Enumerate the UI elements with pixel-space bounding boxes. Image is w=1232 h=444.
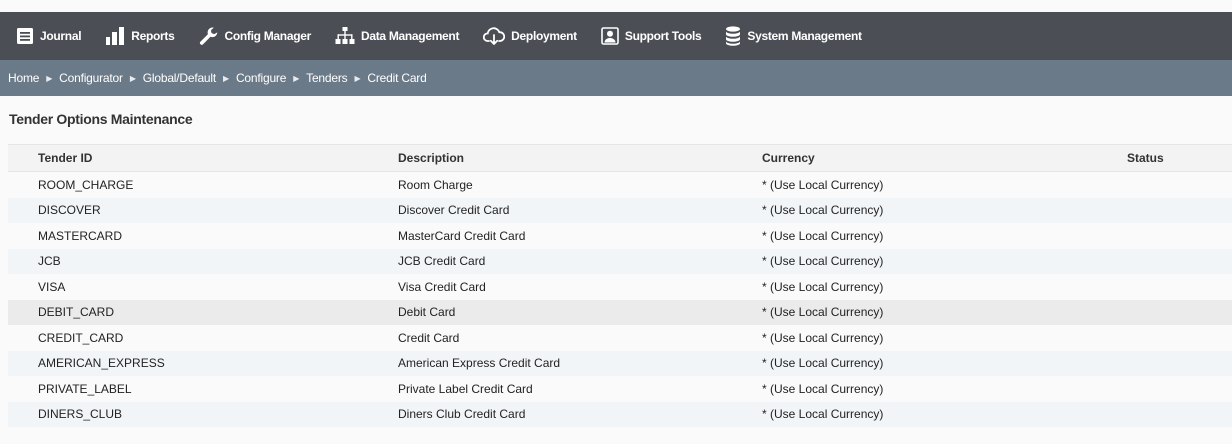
breadcrumb-separator-icon: ▶	[354, 73, 361, 83]
nav-journal[interactable]: Journal	[16, 12, 82, 60]
database-icon	[726, 26, 741, 46]
cell-tender-id: CREDIT_CARD	[38, 330, 124, 345]
nav-deployment-label: Deployment	[511, 29, 577, 43]
cell-description: Discover Credit Card	[398, 203, 510, 218]
cell-currency: * (Use Local Currency)	[762, 330, 884, 345]
breadcrumb-separator-icon: ▶	[223, 73, 229, 83]
breadcrumb-configurator[interactable]: Configurator	[59, 71, 123, 85]
cell-currency: * (Use Local Currency)	[762, 381, 884, 396]
cell-description: MasterCard Credit Card	[398, 228, 526, 243]
breadcrumb: Home ▶ Configurator ▶ Global/Default ▶ C…	[0, 60, 1232, 96]
table-row[interactable]: PRIVATE_LABEL Private Label Credit Card …	[8, 376, 1232, 402]
wrench-icon	[199, 27, 217, 45]
cell-currency: * (Use Local Currency)	[762, 356, 884, 371]
cell-currency: * (Use Local Currency)	[762, 305, 884, 320]
cloud-download-icon	[483, 27, 506, 45]
table-row[interactable]: DEBIT_CARD Debit Card * (Use Local Curre…	[8, 299, 1232, 325]
breadcrumb-tenders[interactable]: Tenders	[306, 71, 347, 85]
nav-reports[interactable]: Reports	[105, 12, 175, 60]
nav-deployment[interactable]: Deployment	[483, 12, 577, 60]
nav-support-tools-label: Support Tools	[624, 29, 702, 43]
table-header: Tender ID Description Currency Status	[8, 144, 1232, 172]
cell-tender-id: PRIVATE_LABEL	[38, 381, 132, 396]
nav-data-management[interactable]: Data Management	[335, 12, 459, 60]
table-row[interactable]: ROOM_CHARGE Room Charge * (Use Local Cur…	[8, 172, 1232, 198]
cell-description: Debit Card	[398, 305, 456, 320]
cell-currency: * (Use Local Currency)	[762, 254, 884, 269]
breadcrumb-separator-icon: ▶	[129, 73, 136, 83]
nav-journal-label: Journal	[40, 29, 82, 43]
cell-description: Private Label Credit Card	[398, 381, 533, 396]
table-row[interactable]: VISA Visa Credit Card * (Use Local Curre…	[8, 274, 1232, 300]
cell-currency: * (Use Local Currency)	[762, 279, 884, 294]
nav-config-manager[interactable]: Config Manager	[199, 12, 311, 60]
nav-system-management[interactable]: System Management	[725, 12, 862, 60]
cell-tender-id: DEBIT_CARD	[38, 305, 115, 320]
cell-tender-id: DISCOVER	[38, 203, 101, 218]
cell-description: Room Charge	[398, 177, 473, 192]
cell-tender-id: ROOM_CHARGE	[38, 177, 134, 192]
table-row[interactable]: MASTERCARD MasterCard Credit Card * (Use…	[8, 223, 1232, 249]
cell-tender-id: DINERS_CLUB	[38, 407, 123, 422]
column-header-status[interactable]: Status	[1127, 151, 1164, 165]
breadcrumb-credit-card: Credit Card	[367, 71, 427, 85]
cell-tender-id: AMERICAN_EXPRESS	[38, 356, 165, 371]
cell-currency: * (Use Local Currency)	[762, 177, 884, 192]
table-row[interactable]: DINERS_CLUB Diners Club Credit Card * (U…	[8, 401, 1232, 427]
table-row[interactable]: AMERICAN_EXPRESS American Express Credit…	[8, 350, 1232, 376]
cell-currency: * (Use Local Currency)	[762, 203, 884, 218]
nav-data-management-label: Data Management	[360, 29, 460, 43]
cell-description: American Express Credit Card	[398, 356, 561, 371]
app-frame: Journal Reports Config Manager Data Mana…	[0, 0, 1232, 444]
cell-description: Visa Credit Card	[398, 279, 486, 294]
nav-config-manager-label: Config Manager	[224, 29, 312, 43]
top-nav-bar: Journal Reports Config Manager Data Mana…	[0, 12, 1232, 60]
table-row[interactable]: JCB JCB Credit Card * (Use Local Currenc…	[8, 248, 1232, 274]
cell-currency: * (Use Local Currency)	[762, 407, 884, 422]
table-row[interactable]: DISCOVER Discover Credit Card * (Use Loc…	[8, 197, 1232, 223]
tender-table: Tender ID Description Currency Status RO…	[8, 144, 1232, 427]
cell-description: Credit Card	[398, 330, 460, 345]
nav-system-management-label: System Management	[747, 29, 862, 43]
breadcrumb-home[interactable]: Home	[8, 71, 39, 85]
hierarchy-icon	[335, 27, 355, 44]
breadcrumb-separator-icon: ▶	[293, 73, 300, 83]
breadcrumb-separator-icon: ▶	[46, 73, 53, 83]
cell-description: JCB Credit Card	[398, 254, 486, 269]
nav-support-tools[interactable]: Support Tools	[601, 12, 702, 60]
page-title: Tender Options Maintenance	[9, 111, 193, 127]
breadcrumb-global-default[interactable]: Global/Default	[143, 71, 216, 85]
table-row[interactable]: CREDIT_CARD Credit Card * (Use Local Cur…	[8, 325, 1232, 351]
breadcrumb-configure[interactable]: Configure	[236, 71, 286, 85]
nav-reports-label: Reports	[131, 29, 175, 43]
column-header-tender-id[interactable]: Tender ID	[38, 151, 92, 165]
journal-icon	[17, 28, 33, 44]
column-header-currency[interactable]: Currency	[762, 151, 815, 165]
cell-tender-id: JCB	[38, 254, 61, 269]
bar-chart-icon	[106, 27, 125, 45]
cell-currency: * (Use Local Currency)	[762, 228, 884, 243]
cell-tender-id: MASTERCARD	[38, 228, 123, 243]
column-header-description[interactable]: Description	[398, 151, 464, 165]
cell-tender-id: VISA	[38, 279, 66, 294]
support-user-icon	[601, 27, 619, 45]
cell-description: Diners Club Credit Card	[398, 407, 526, 422]
